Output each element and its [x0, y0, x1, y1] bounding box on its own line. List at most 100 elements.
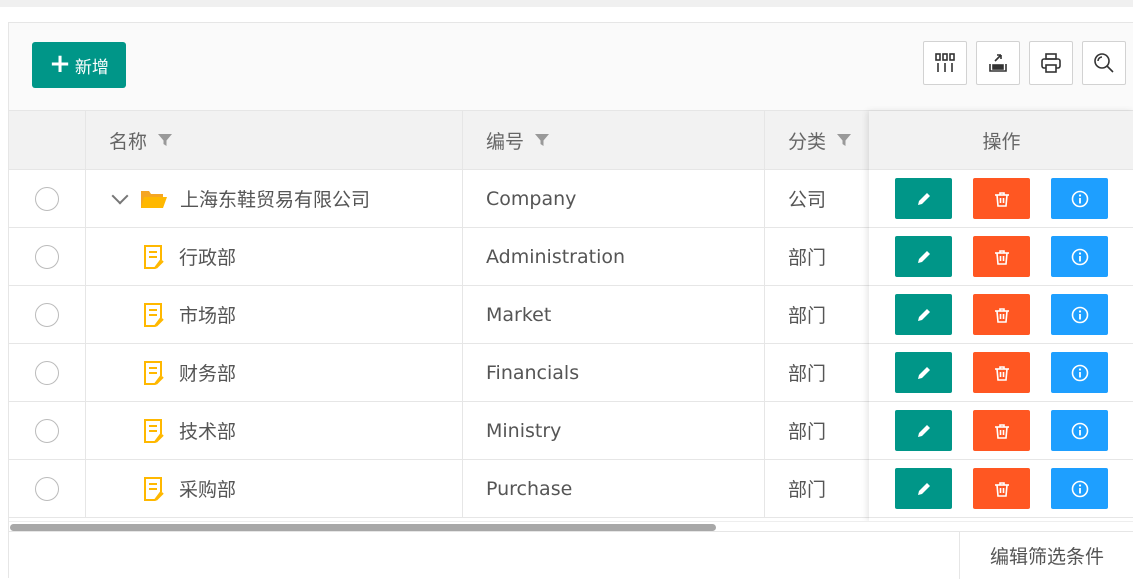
info-icon: [1071, 190, 1088, 207]
filter-icon[interactable]: [836, 132, 852, 148]
filter-icon[interactable]: [157, 132, 173, 148]
delete-button[interactable]: [973, 468, 1030, 509]
search-button[interactable]: [1082, 41, 1126, 85]
delete-button[interactable]: [973, 236, 1030, 277]
category-cell: 部门: [765, 460, 869, 517]
trash-icon: [994, 191, 1009, 207]
row-radio[interactable]: [35, 302, 59, 327]
folder-open-icon: [141, 190, 167, 208]
edit-button[interactable]: [895, 352, 952, 393]
header-name-label: 名称: [109, 130, 148, 153]
file-icon: [144, 476, 164, 501]
code-cell: Ministry: [463, 402, 765, 459]
header-name[interactable]: 名称: [86, 111, 463, 169]
row-category: 部门: [788, 421, 827, 443]
file-icon: [144, 418, 164, 443]
info-button[interactable]: [1051, 294, 1108, 335]
row-name: 技术部: [179, 421, 237, 443]
select-cell: [9, 286, 86, 343]
name-cell: 采购部: [86, 460, 463, 517]
row-code: Ministry: [486, 419, 562, 442]
table-row[interactable]: 采购部 Purchase 部门: [9, 460, 869, 518]
header-code[interactable]: 编号: [463, 111, 765, 169]
row-radio[interactable]: [35, 360, 59, 385]
pencil-icon: [917, 482, 930, 495]
row-radio[interactable]: [35, 186, 59, 211]
toolbar: + 新增: [9, 23, 1133, 111]
row-radio[interactable]: [35, 244, 59, 269]
select-cell: [9, 344, 86, 401]
info-button[interactable]: [1051, 410, 1108, 451]
row-code: Purchase: [486, 477, 573, 500]
name-cell: 技术部: [86, 402, 463, 459]
trash-icon: [994, 481, 1009, 497]
plus-icon: +: [49, 49, 71, 79]
print-button[interactable]: [1029, 41, 1073, 85]
edit-button[interactable]: [895, 410, 952, 451]
table-row[interactable]: 财务部 Financials 部门: [9, 344, 869, 402]
table-row[interactable]: 行政部 Administration 部门: [9, 228, 869, 286]
info-button[interactable]: [1051, 236, 1108, 277]
row-code: Market: [486, 303, 552, 326]
row-radio[interactable]: [35, 418, 59, 443]
chevron-down-icon[interactable]: [111, 187, 129, 204]
edit-filter-button[interactable]: 编辑筛选条件: [959, 532, 1133, 579]
code-cell: Financials: [463, 344, 765, 401]
edit-button[interactable]: [895, 468, 952, 509]
actions-row: [869, 344, 1133, 402]
row-code: Financials: [486, 361, 580, 384]
actions-column: 操作: [869, 111, 1133, 521]
header-category-label: 分类: [788, 130, 827, 153]
info-icon: [1071, 364, 1088, 381]
row-radio[interactable]: [35, 476, 59, 501]
horizontal-scrollbar[interactable]: [9, 521, 1133, 531]
row-category: 部门: [788, 363, 827, 385]
table-footer: 编辑筛选条件: [9, 531, 1133, 579]
table-row[interactable]: 市场部 Market 部门: [9, 286, 869, 344]
filter-icon[interactable]: [534, 132, 550, 148]
select-cell: [9, 228, 86, 285]
scrollbar-thumb[interactable]: [10, 524, 716, 531]
header-actions: 操作: [869, 111, 1133, 170]
row-category: 部门: [788, 305, 827, 327]
actions-row: [869, 402, 1133, 460]
edit-button[interactable]: [895, 294, 952, 335]
row-code: Company: [486, 187, 577, 210]
edit-button[interactable]: [895, 236, 952, 277]
actions-row: [869, 228, 1133, 286]
pencil-icon: [917, 250, 930, 263]
row-name: 市场部: [179, 305, 237, 327]
info-button[interactable]: [1051, 468, 1108, 509]
add-button-label: 新增: [74, 57, 109, 78]
category-cell: 部门: [765, 402, 869, 459]
columns-button[interactable]: [923, 41, 967, 85]
table-row[interactable]: 上海东鞋贸易有限公司 Company 公司: [9, 170, 869, 228]
name-cell: 财务部: [86, 344, 463, 401]
export-button[interactable]: [976, 41, 1020, 85]
info-button[interactable]: [1051, 352, 1108, 393]
code-cell: Administration: [463, 228, 765, 285]
info-icon: [1071, 422, 1088, 439]
delete-button[interactable]: [973, 352, 1030, 393]
delete-button[interactable]: [973, 178, 1030, 219]
add-button[interactable]: + 新增: [32, 42, 126, 88]
row-name: 上海东鞋贸易有限公司: [180, 189, 371, 211]
name-cell: 行政部: [86, 228, 463, 285]
pencil-icon: [917, 192, 930, 205]
delete-button[interactable]: [973, 410, 1030, 451]
pencil-icon: [917, 424, 930, 437]
name-cell: 市场部: [86, 286, 463, 343]
select-cell: [9, 460, 86, 517]
trash-icon: [994, 423, 1009, 439]
info-button[interactable]: [1051, 178, 1108, 219]
edit-button[interactable]: [895, 178, 952, 219]
row-category: 部门: [788, 247, 827, 269]
delete-button[interactable]: [973, 294, 1030, 335]
print-icon: [1041, 53, 1061, 73]
row-name: 财务部: [179, 363, 237, 385]
header-category[interactable]: 分类: [765, 111, 875, 169]
actions-row: [869, 286, 1133, 344]
row-category: 部门: [788, 479, 827, 501]
columns-icon: [935, 53, 955, 72]
table-row[interactable]: 技术部 Ministry 部门: [9, 402, 869, 460]
